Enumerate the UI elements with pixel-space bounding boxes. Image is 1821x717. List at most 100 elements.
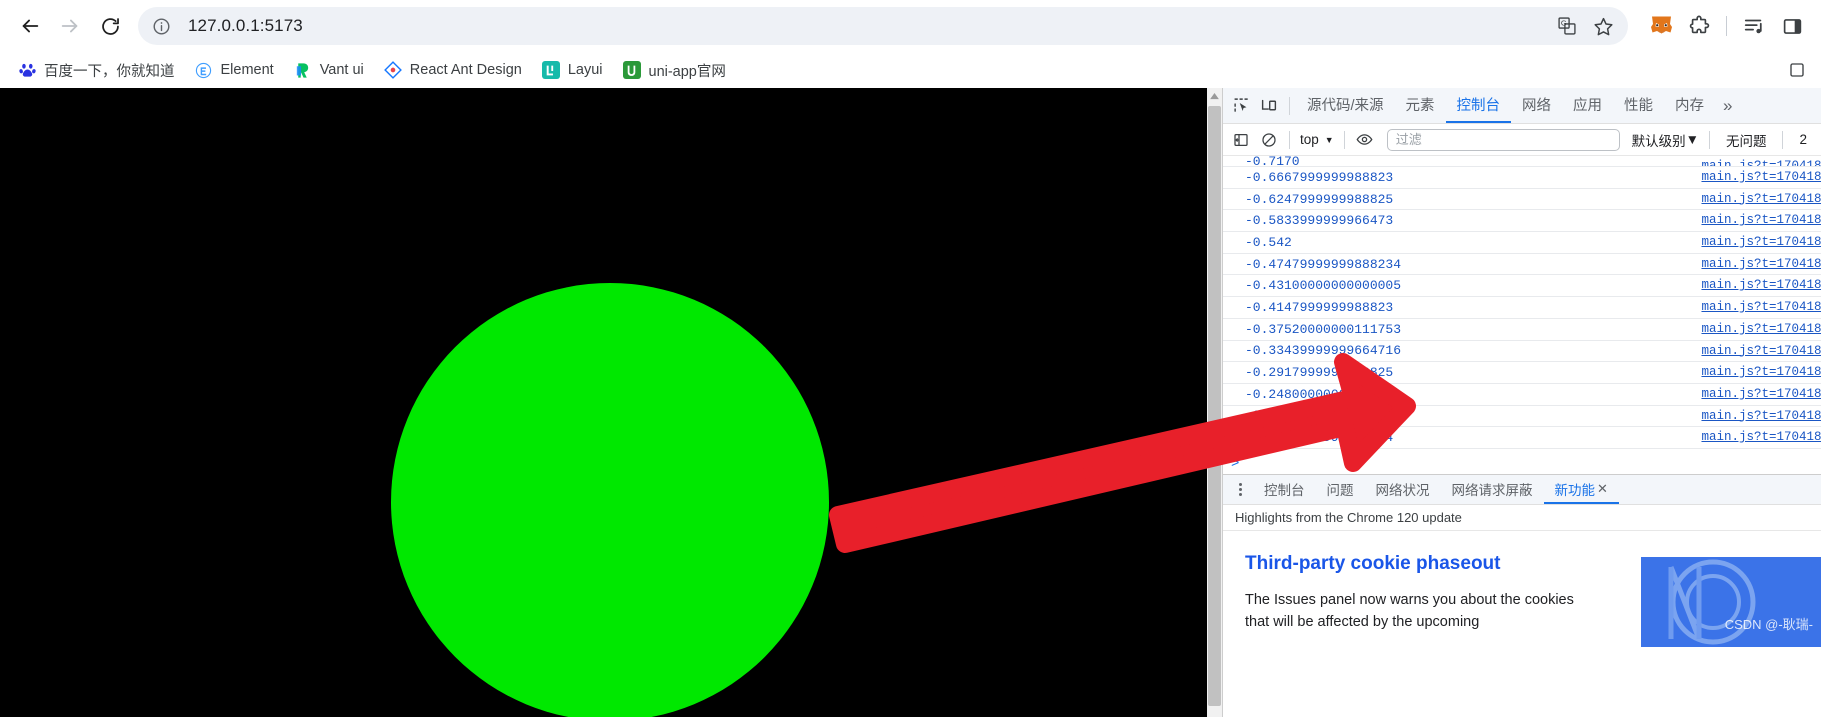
- live-expression-eye-icon[interactable]: [1351, 126, 1379, 154]
- scroll-up-arrow-icon[interactable]: [1207, 88, 1222, 105]
- tab-performance[interactable]: 性能: [1613, 88, 1664, 123]
- browser-window: 127.0.0.1:5173 G 百度一下，你就知道 Element Vant …: [0, 0, 1821, 717]
- tab-elements[interactable]: 元素: [1395, 88, 1446, 123]
- bookmark-react-ant-design[interactable]: React Ant Design: [376, 56, 530, 84]
- table-row[interactable]: -0.33439999999664716 main.js?t=170418233…: [1223, 341, 1821, 363]
- bookmark-label: Layui: [567, 62, 603, 78]
- watermark: CSDN @-耿瑞-: [1724, 617, 1813, 632]
- side-panel-icon[interactable]: [1773, 7, 1811, 45]
- bookmark-star-icon[interactable]: [1586, 9, 1620, 43]
- bookmark-element[interactable]: Element: [187, 56, 282, 84]
- log-source-link[interactable]: main.js?t=17041823324: [1701, 170, 1821, 184]
- bookmark-layui[interactable]: Layui: [534, 56, 611, 84]
- log-source-link[interactable]: main.js?t=17041823324: [1701, 278, 1821, 292]
- table-row[interactable]: -0.4147999999988823 main.js?t=1704182332…: [1223, 297, 1821, 319]
- bookmark-vant-ui[interactable]: Vant ui: [286, 56, 372, 84]
- log-source-link[interactable]: main.js?t=17041823324: [1701, 257, 1821, 271]
- forward-button[interactable]: [50, 6, 90, 46]
- table-row[interactable]: -0.6667999999988823 main.js?t=1704182332…: [1223, 167, 1821, 189]
- tab-sources[interactable]: 源代码/来源: [1296, 88, 1395, 123]
- vant-icon: [294, 61, 312, 79]
- console-log-level-selector[interactable]: 默认级别 ▼: [1628, 130, 1703, 150]
- log-source-link[interactable]: main.js?t=17041823324: [1701, 344, 1821, 358]
- table-row[interactable]: -0.2917999999988825 main.js?t=1704182332…: [1223, 362, 1821, 384]
- whats-new-thumbnail: CSDN @-耿瑞-: [1641, 557, 1821, 647]
- tab-console[interactable]: 控制台: [1445, 88, 1512, 123]
- table-row[interactable]: -0.7170 main.js?t=17041823324: [1223, 156, 1821, 167]
- chevron-down-icon: ▼: [1324, 134, 1334, 145]
- device-toolbar-icon[interactable]: [1255, 92, 1283, 120]
- translate-icon[interactable]: G: [1550, 9, 1584, 43]
- bookmark-label: Element: [220, 62, 274, 78]
- log-source-link[interactable]: main.js?t=17041823324: [1701, 213, 1821, 227]
- log-source-link[interactable]: main.js?t=17041823324: [1701, 159, 1821, 166]
- log-source-link[interactable]: main.js?t=17041823324: [1701, 192, 1821, 206]
- log-value: -0.43100000000000005: [1245, 278, 1402, 294]
- close-icon[interactable]: ✕: [1597, 481, 1608, 497]
- drawer-tab-console[interactable]: 控制台: [1253, 475, 1316, 504]
- back-button[interactable]: [10, 6, 50, 46]
- table-row[interactable]: -0.47479999999888234 main.js?t=170418233…: [1223, 254, 1821, 276]
- issues-status[interactable]: 无问题: [1716, 130, 1777, 150]
- tab-application[interactable]: 应用: [1562, 88, 1613, 123]
- reading-list-icon[interactable]: [1735, 7, 1773, 45]
- browser-action-icons: [1636, 7, 1811, 45]
- drawer-tab-issues[interactable]: 问题: [1316, 475, 1365, 504]
- baidu-icon: [18, 61, 36, 79]
- tab-network[interactable]: 网络: [1511, 88, 1562, 123]
- log-value: -0.7170: [1245, 156, 1300, 167]
- metamask-extension-icon[interactable]: [1642, 7, 1680, 45]
- log-value: -0.37520000000111753: [1245, 321, 1402, 337]
- log-source-link[interactable]: main.js?t=17041823324: [1701, 365, 1821, 379]
- table-row[interactable]: -0.1657999999988824 main.js?t=1704182332…: [1223, 427, 1821, 449]
- console-sidebar-icon[interactable]: [1227, 126, 1255, 154]
- whats-new-body: Third-party cookie phaseout The Issues p…: [1223, 531, 1821, 717]
- table-row[interactable]: -0.6247999999988825 main.js?t=1704182332…: [1223, 189, 1821, 211]
- table-row[interactable]: -0.20839999999664727 main.js?t=170418233…: [1223, 406, 1821, 428]
- table-row[interactable]: -0.542 main.js?t=17041823324: [1223, 232, 1821, 254]
- console-log-list[interactable]: -0.7170 main.js?t=17041823324 -0.6667999…: [1223, 156, 1821, 474]
- devtools-panel: 源代码/来源 元素 控制台 网络 应用 性能 内存 » top ▼ 过滤 默认级…: [1222, 88, 1821, 717]
- table-row[interactable]: -0.43100000000000005 main.js?t=170418233…: [1223, 275, 1821, 298]
- whats-new-subheading: Highlights from the Chrome 120 update: [1223, 505, 1821, 531]
- table-row[interactable]: -0.24800000000000022 main.js?t=170418233…: [1223, 384, 1821, 406]
- table-row[interactable]: -0.5833999999966473 main.js?t=1704182332…: [1223, 210, 1821, 233]
- log-source-link[interactable]: main.js?t=17041823324: [1701, 322, 1821, 336]
- layui-icon: [541, 61, 560, 79]
- clear-console-icon[interactable]: [1255, 126, 1283, 154]
- bookmark-label: Vant ui: [319, 62, 364, 78]
- log-value: -0.24800000000000022: [1245, 386, 1402, 402]
- table-row[interactable]: -0.37520000000111753 main.js?t=170418233…: [1223, 319, 1821, 341]
- log-source-link[interactable]: main.js?t=17041823324: [1701, 235, 1821, 249]
- bookmarks-overflow-button[interactable]: [1785, 58, 1809, 82]
- console-filter-input[interactable]: [1386, 128, 1620, 151]
- inspect-element-icon[interactable]: [1227, 92, 1255, 120]
- bookmark-label: uni-app官网: [648, 63, 726, 80]
- log-source-link[interactable]: main.js?t=17041823324: [1701, 300, 1821, 314]
- reload-button[interactable]: [90, 6, 130, 46]
- drawer-tab-network-conditions[interactable]: 网络状况: [1365, 475, 1441, 504]
- drawer-tab-whats-new[interactable]: 新功能 ✕: [1543, 475, 1619, 504]
- console-toolbar-divider-2: [1343, 130, 1345, 149]
- more-tabs-icon[interactable]: »: [1715, 96, 1740, 116]
- more-options-icon[interactable]: [1227, 482, 1253, 497]
- log-value: -0.542: [1245, 234, 1292, 250]
- page-scrollbar[interactable]: [1207, 88, 1222, 717]
- extensions-puzzle-icon[interactable]: [1680, 7, 1718, 45]
- site-info-icon[interactable]: [146, 11, 176, 41]
- console-prompt[interactable]: >: [1223, 449, 1821, 474]
- forward-arrow-icon: [61, 19, 78, 33]
- console-toolbar-divider-4: [1782, 130, 1784, 149]
- log-source-link[interactable]: main.js?t=17041823324: [1701, 387, 1821, 401]
- scrollbar-thumb[interactable]: [1208, 106, 1221, 706]
- bookmark-baidu[interactable]: 百度一下，你就知道: [10, 56, 183, 84]
- log-source-link[interactable]: main.js?t=17041823324: [1701, 430, 1821, 444]
- drawer-tabbar: 控制台 问题 网络状况 网络请求屏蔽 新功能 ✕: [1223, 475, 1821, 505]
- execution-context-selector[interactable]: top ▼: [1296, 129, 1338, 151]
- address-bar[interactable]: 127.0.0.1:5173 G: [138, 7, 1628, 45]
- drawer-tab-network-request-blocking[interactable]: 网络请求屏蔽: [1441, 475, 1544, 504]
- tab-memory[interactable]: 内存: [1664, 88, 1715, 123]
- bookmark-uniapp[interactable]: uni-app官网: [615, 56, 734, 84]
- log-value: -0.33439999999664716: [1245, 343, 1402, 359]
- log-source-link[interactable]: main.js?t=17041823324: [1701, 409, 1821, 423]
